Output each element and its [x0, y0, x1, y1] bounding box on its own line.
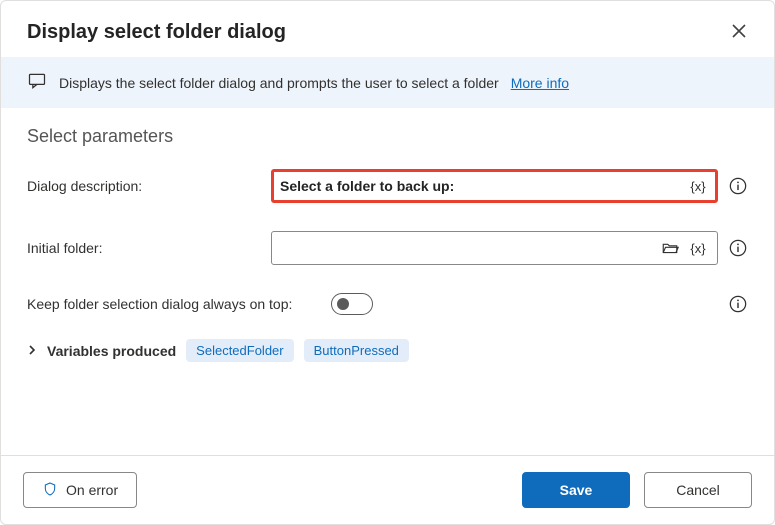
variable-pill[interactable]: SelectedFolder	[186, 339, 293, 362]
field-wrap-toggle	[331, 293, 748, 315]
comment-icon	[27, 71, 47, 94]
variable-picker-icon[interactable]: {x}	[687, 175, 709, 197]
info-icon[interactable]	[728, 176, 748, 196]
label-always-on-top: Keep folder selection dialog always on t…	[27, 295, 317, 313]
input-dialog-description[interactable]: Select a folder to back up: {x}	[271, 169, 718, 203]
info-banner: Displays the select folder dialog and pr…	[1, 57, 774, 108]
cancel-label: Cancel	[676, 482, 720, 498]
field-wrap-description: Select a folder to back up: {x}	[271, 169, 748, 203]
variables-produced-label: Variables produced	[47, 343, 176, 359]
dialog-footer: On error Save Cancel	[1, 455, 774, 524]
label-dialog-description: Dialog description:	[27, 177, 257, 195]
label-initial-folder: Initial folder:	[27, 239, 257, 257]
more-info-link[interactable]: More info	[511, 75, 569, 91]
variable-pill[interactable]: ButtonPressed	[304, 339, 409, 362]
variables-produced-row: Variables produced SelectedFolder Button…	[27, 339, 748, 362]
input-initial-folder[interactable]: {x}	[271, 231, 718, 265]
on-error-label: On error	[66, 482, 118, 498]
section-title: Select parameters	[27, 126, 748, 147]
dialog-header: Display select folder dialog	[1, 1, 774, 57]
folder-browse-icon[interactable]	[659, 237, 681, 259]
close-button[interactable]	[724, 17, 754, 47]
row-dialog-description: Dialog description: Select a folder to b…	[27, 169, 748, 203]
row-always-on-top: Keep folder selection dialog always on t…	[27, 293, 748, 315]
variable-picker-icon[interactable]: {x}	[687, 237, 709, 259]
info-icon[interactable]	[728, 294, 748, 314]
dialog-body: Select parameters Dialog description: Se…	[1, 108, 774, 455]
input-value: Select a folder to back up:	[280, 178, 681, 194]
banner-text: Displays the select folder dialog and pr…	[59, 75, 499, 91]
shield-icon	[42, 481, 58, 500]
on-error-button[interactable]: On error	[23, 472, 137, 508]
footer-actions: Save Cancel	[522, 472, 752, 508]
dialog-window: Display select folder dialog Displays th…	[0, 0, 775, 525]
chevron-right-icon[interactable]	[27, 344, 37, 358]
dialog-title: Display select folder dialog	[27, 21, 286, 44]
close-icon	[732, 24, 746, 41]
save-button[interactable]: Save	[522, 472, 630, 508]
save-label: Save	[560, 482, 593, 498]
info-icon[interactable]	[728, 238, 748, 258]
row-initial-folder: Initial folder: {x}	[27, 231, 748, 265]
cancel-button[interactable]: Cancel	[644, 472, 752, 508]
field-wrap-initial-folder: {x}	[271, 231, 748, 265]
toggle-always-on-top[interactable]	[331, 293, 373, 315]
